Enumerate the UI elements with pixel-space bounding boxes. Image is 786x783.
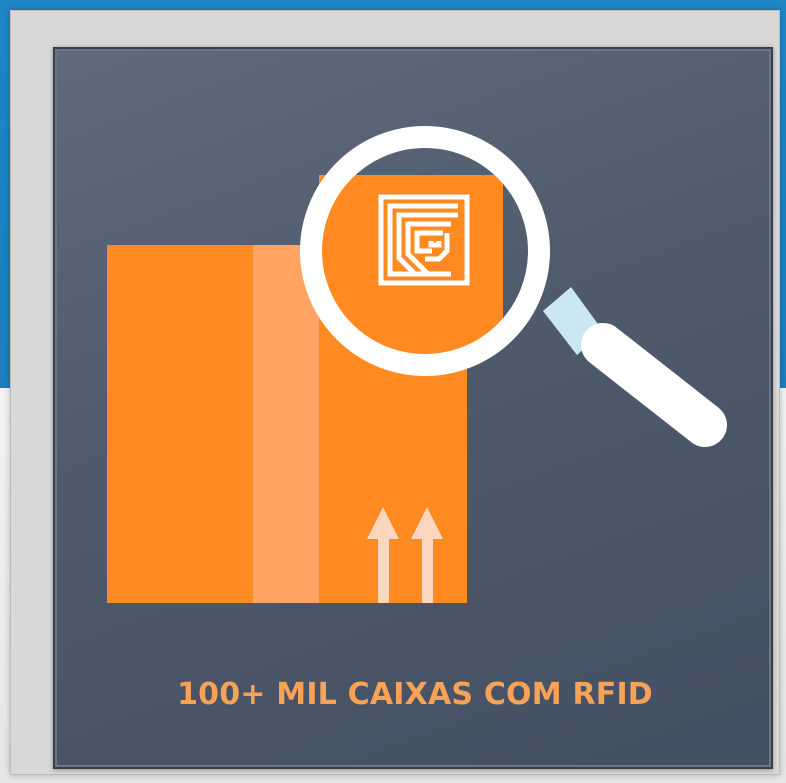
caption-text: 100+ MIL CAIXAS COM RFID: [177, 677, 653, 712]
illustration-panel: 100+ MIL CAIXAS COM RFID: [53, 47, 773, 769]
rfid-illustration: [107, 126, 727, 603]
picture-frame: 100+ MIL CAIXAS COM RFID: [10, 10, 780, 775]
